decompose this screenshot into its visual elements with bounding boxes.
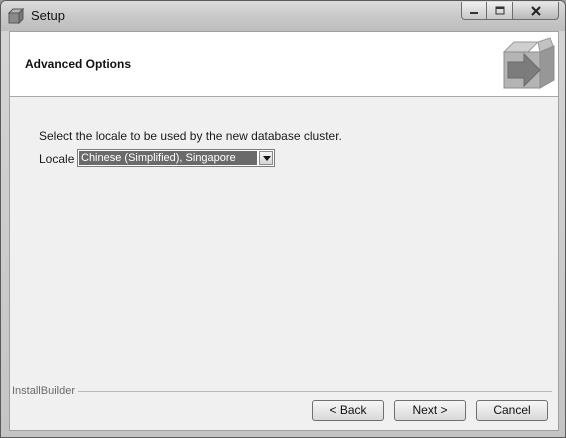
setup-app-icon [8,8,24,24]
close-button[interactable] [513,2,559,20]
maximize-icon [495,6,504,15]
locale-instruction: Select the locale to be used by the new … [39,129,342,143]
locale-selected-value: Chinese (Simplified), Singapore [79,151,257,165]
wizard-panel: Advanced Options Select the locale to be… [9,31,559,431]
cancel-button[interactable]: Cancel [476,400,548,421]
minimize-button[interactable] [461,2,487,20]
caption-buttons [461,2,559,20]
window-title: Setup [31,8,65,23]
locale-select[interactable]: Chinese (Simplified), Singapore [77,149,275,167]
maximize-button[interactable] [487,2,513,20]
title-bar[interactable]: Setup [1,1,565,31]
next-button[interactable]: Next > [394,400,466,421]
chevron-down-icon[interactable] [259,151,273,165]
installer-box-arrow-icon [502,37,555,89]
installbuilder-brand: InstallBuilder [12,385,78,397]
minimize-icon [470,11,478,14]
back-button[interactable]: < Back [312,400,384,421]
locale-label: Locale [39,152,75,166]
page-title: Advanced Options [25,57,132,71]
footer-divider [76,391,552,392]
close-icon [530,5,541,16]
setup-window: Setup Advanced Options Select the locale… [0,0,566,438]
wizard-header: Advanced Options [10,32,558,97]
